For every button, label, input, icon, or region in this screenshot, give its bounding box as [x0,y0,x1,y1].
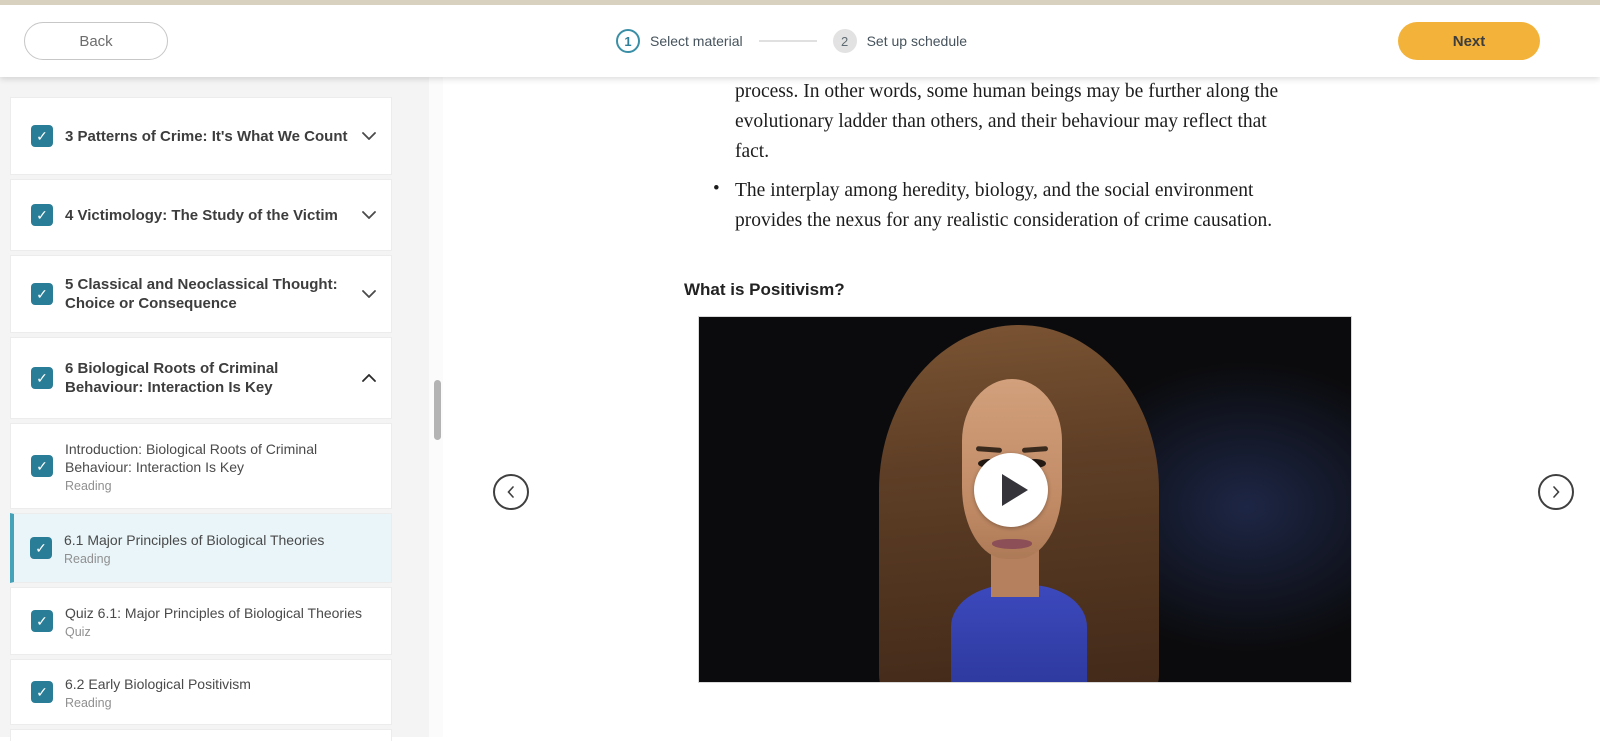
play-icon [1002,474,1028,506]
chapter-list: ✓ 3 Patterns of Crime: It's What We Coun… [10,97,392,741]
chevron-down-icon[interactable] [361,132,377,140]
lesson-title: 6.1 Major Principles of Biological Theor… [64,531,377,549]
section-heading: What is Positivism? [684,280,845,300]
lesson-type-badge: Quiz [65,625,377,639]
checkbox-checked-icon[interactable]: ✓ [31,681,53,703]
lesson-type-badge: Reading [65,479,377,493]
lesson-title: Quiz 6.1: Major Principles of Biological… [65,604,377,622]
step-1-label: Select material [650,33,743,49]
reading-preview-pane: process. In other words, some human bein… [443,77,1600,737]
chevron-left-icon [507,486,515,498]
paragraph-line: process. In other words, some human bein… [735,77,1278,107]
textbook-paragraph: process. In other words, some human bein… [684,77,1278,167]
sidebar-scrollbar-thumb[interactable] [434,380,441,440]
step-1-indicator: 1 [616,29,640,53]
chapter-title: 5 Classical and Neoclassical Thought: Ch… [65,275,353,313]
back-button[interactable]: Back [24,22,168,60]
lesson-row-6-2[interactable]: ✓ 6.2 Early Biological Positivism Readin… [10,659,392,725]
presenter-lips [992,539,1032,549]
step-select-material: 1 Select material [616,29,743,53]
chevron-down-icon[interactable] [361,290,377,298]
chapter-title: 3 Patterns of Crime: It's What We Count [65,127,353,146]
chapter-row-3[interactable]: ✓ 3 Patterns of Crime: It's What We Coun… [10,97,392,175]
lesson-title: 6.2 Early Biological Positivism [65,675,377,693]
lesson-type-badge: Reading [65,696,377,710]
wizard-stepper: 1 Select material 2 Set up schedule [616,5,967,77]
lesson-row-quiz-6-1[interactable]: ✓ Quiz 6.1: Major Principles of Biologic… [10,587,392,655]
checkbox-checked-icon[interactable]: ✓ [31,455,53,477]
presenter-eyebrow [976,446,1002,453]
stepper-connector [759,40,817,42]
chapter-title: 6 Biological Roots of Criminal Behaviour… [65,359,353,397]
bullet-line: The interplay among heredity, biology, a… [735,176,1272,206]
lesson-type-badge: Reading [64,552,377,566]
play-button[interactable] [974,453,1048,527]
step-2-indicator: 2 [833,29,857,53]
material-sidebar: ✓ 3 Patterns of Crime: It's What We Coun… [0,77,443,737]
top-accent-strip [0,0,1600,5]
next-page-button[interactable] [1538,474,1574,510]
chapter-row-6-expanded[interactable]: ✓ 6 Biological Roots of Criminal Behavio… [10,337,392,419]
video-thumbnail[interactable] [698,316,1352,683]
chapter-row-5[interactable]: ✓ 5 Classical and Neoclassical Thought: … [10,255,392,333]
paragraph-line: fact. [735,137,1278,167]
chapter-title: 4 Victimology: The Study of the Victim [65,206,353,225]
paragraph-line: evolutionary ladder than others, and the… [735,107,1278,137]
presenter-shirt [951,585,1087,683]
bullet-item: • The interplay among heredity, biology,… [684,176,1272,236]
step-set-up-schedule: 2 Set up schedule [833,29,967,53]
step-2-label: Set up schedule [867,33,967,49]
checkbox-checked-icon[interactable]: ✓ [31,125,53,147]
lesson-row-partial[interactable] [10,729,392,741]
chevron-down-icon[interactable] [361,211,377,219]
lesson-row-6-1-selected[interactable]: ✓ 6.1 Major Principles of Biological The… [10,513,392,583]
next-button[interactable]: Next [1398,22,1540,60]
bullet-marker: • [713,174,720,204]
chapter-row-4[interactable]: ✓ 4 Victimology: The Study of the Victim [10,179,392,251]
checkbox-checked-icon[interactable]: ✓ [31,610,53,632]
checkbox-checked-icon[interactable]: ✓ [30,537,52,559]
checkbox-checked-icon[interactable]: ✓ [31,283,53,305]
bullet-line: provides the nexus for any realistic con… [735,206,1272,236]
chevron-up-icon[interactable] [361,374,377,382]
previous-page-button[interactable] [493,474,529,510]
checkbox-checked-icon[interactable]: ✓ [31,367,53,389]
presenter-eyebrow [1022,446,1048,453]
lesson-row-introduction[interactable]: ✓ Introduction: Biological Roots of Crim… [10,423,392,509]
lesson-title: Introduction: Biological Roots of Crimin… [65,440,377,476]
checkbox-checked-icon[interactable]: ✓ [31,204,53,226]
chevron-right-icon [1552,486,1560,498]
wizard-header: Back 1 Select material 2 Set up schedule… [0,5,1600,77]
